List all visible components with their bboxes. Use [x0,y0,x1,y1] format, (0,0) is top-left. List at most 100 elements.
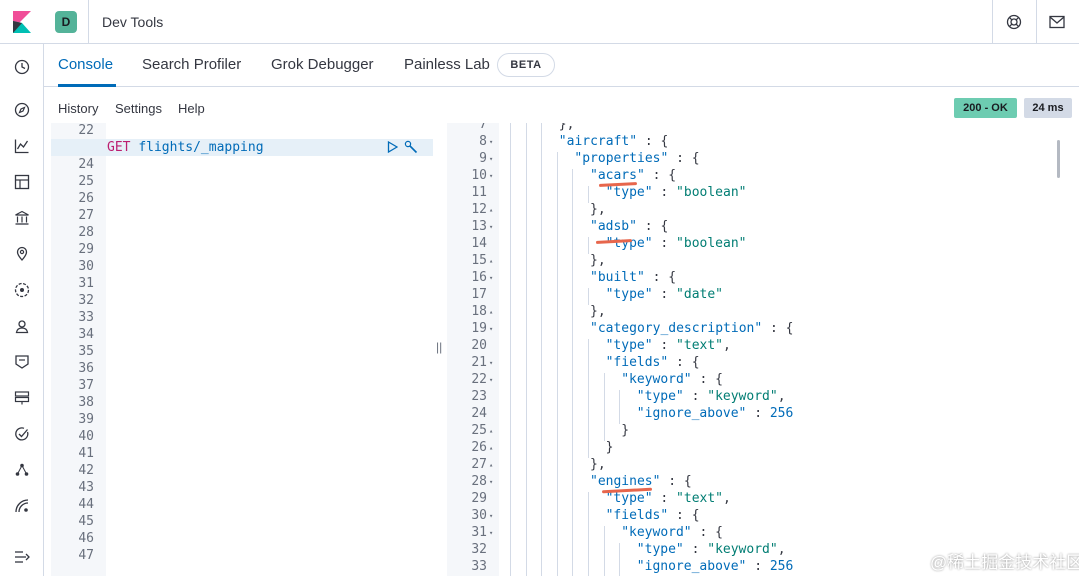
canvas-icon[interactable] [11,207,33,229]
indent-guide [556,543,558,560]
indent-guide [556,356,558,373]
tab-grok-debugger[interactable]: Grok Debugger [271,56,374,73]
kibana-logo[interactable] [0,0,44,44]
fold-close-icon[interactable]: ▴ [489,444,493,452]
line-number: 26 [78,191,94,206]
indent-guide [572,526,574,543]
fold-open-icon[interactable]: ▾ [489,512,493,520]
fold-open-icon[interactable]: ▾ [489,155,493,163]
indent-guide [588,356,589,373]
response-line: "type" : "date" [606,287,723,302]
ml-icon[interactable] [11,279,33,301]
fold-close-icon[interactable]: ▴ [489,308,493,316]
line-number: 44 [78,497,94,512]
fold-open-icon[interactable]: ▾ [489,529,493,537]
indent-guide [541,373,543,390]
indent-guide [572,271,574,288]
logs-icon[interactable] [11,351,33,373]
indent-guide [588,407,589,424]
uptime-icon[interactable] [11,423,33,445]
line-number: 8 [479,134,487,149]
wrench-icon[interactable] [404,140,418,154]
infrastructure-icon[interactable] [11,387,33,409]
json-punctuation: , [777,542,786,557]
visualize-icon[interactable] [11,135,33,157]
indent-guide [525,237,527,254]
response-line: }, [590,202,606,217]
fold-open-icon[interactable]: ▾ [489,359,493,367]
users-icon[interactable] [11,315,33,337]
indent-guide [572,339,574,356]
line-number: 32 [471,542,487,557]
tab-console[interactable]: Console [58,56,113,73]
maps-icon[interactable] [11,243,33,265]
settings-link[interactable]: Settings [115,101,162,116]
collapse-nav-icon[interactable] [11,546,33,568]
request-editor[interactable]: 2223242526272829303132333435363738394041… [51,123,433,576]
indent-guide [572,441,574,458]
response-line: "properties" : { [574,151,699,166]
apm-icon[interactable] [11,495,33,517]
json-key: "keyword" [621,525,692,540]
recent-icon[interactable] [11,56,33,78]
response-line: }, [590,457,606,472]
tab-search-profiler[interactable]: Search Profiler [142,56,241,73]
line-number: 9 [479,151,487,166]
indent-guide [510,492,511,509]
indent-guide [603,560,605,576]
line-number: 21 [471,355,487,370]
graph-icon[interactable] [11,459,33,481]
help-link[interactable]: Help [178,101,205,116]
response-scrollbar[interactable] [1057,140,1060,178]
resize-handle[interactable]: || [436,340,442,354]
space-avatar[interactable]: D [55,11,77,33]
response-line: }, [590,304,606,319]
indent-guide [510,203,511,220]
dashboard-icon[interactable] [11,171,33,193]
fold-open-icon[interactable]: ▾ [489,478,493,486]
indent-guide [525,492,527,509]
fold-close-icon[interactable]: ▴ [489,427,493,435]
fold-open-icon[interactable]: ▾ [489,325,493,333]
response-line: "aircraft" : { [559,134,669,149]
line-number: 37 [78,378,94,393]
news-feed-button[interactable] [1046,11,1068,33]
request-line[interactable]: GET flights/_mapping [107,140,264,155]
indent-guide [525,441,527,458]
json-punctuation: : { [691,525,723,540]
json-punctuation: : { [660,474,692,489]
line-number: 22 [471,372,487,387]
history-link[interactable]: History [58,101,98,116]
indent-guide [541,254,543,271]
indent-guide [510,373,511,390]
json-key: "type" [636,389,684,404]
response-editor[interactable]: 7 8 ▾ 9 ▾ 10 ▾ 11 12 ▴ 13 ▾ 14 15 ▴ 16 ▾ 17 18 ▴ 19 ▾ 20 21 ▾ 22 ▾… [447,123,1079,576]
fold-open-icon[interactable]: ▾ [489,138,493,146]
help-menu-button[interactable] [1003,11,1025,33]
line-number: 23 [471,389,487,404]
line-number: 40 [78,429,94,444]
discover-icon[interactable] [11,99,33,121]
fold-close-icon[interactable]: ▴ [489,206,493,214]
line-number: 24 [471,406,487,421]
fold-close-icon[interactable]: ▴ [489,461,493,469]
json-punctuation: : { [637,134,669,149]
request-gutter: 2223242526272829303132333435363738394041… [51,123,106,576]
indent-guide [541,356,543,373]
play-icon[interactable] [387,141,398,153]
fold-open-icon[interactable]: ▾ [489,172,493,180]
response-line: "adsb" : { [590,219,668,234]
indent-guide [572,560,574,576]
tab-painless-lab[interactable]: Painless Lab [404,56,490,73]
fold-open-icon[interactable]: ▾ [489,376,493,384]
fold-close-icon[interactable]: ▴ [489,257,493,265]
request-path: flights/_mapping [138,140,264,155]
indent-guide [556,237,558,254]
indent-guide [525,509,527,526]
indent-guide [510,254,511,271]
fold-open-icon[interactable]: ▾ [489,274,493,282]
fold-open-icon[interactable]: ▾ [489,223,493,231]
app-title[interactable]: Dev Tools [102,14,163,30]
json-key: "type" [605,185,653,200]
line-number: 36 [78,361,94,376]
